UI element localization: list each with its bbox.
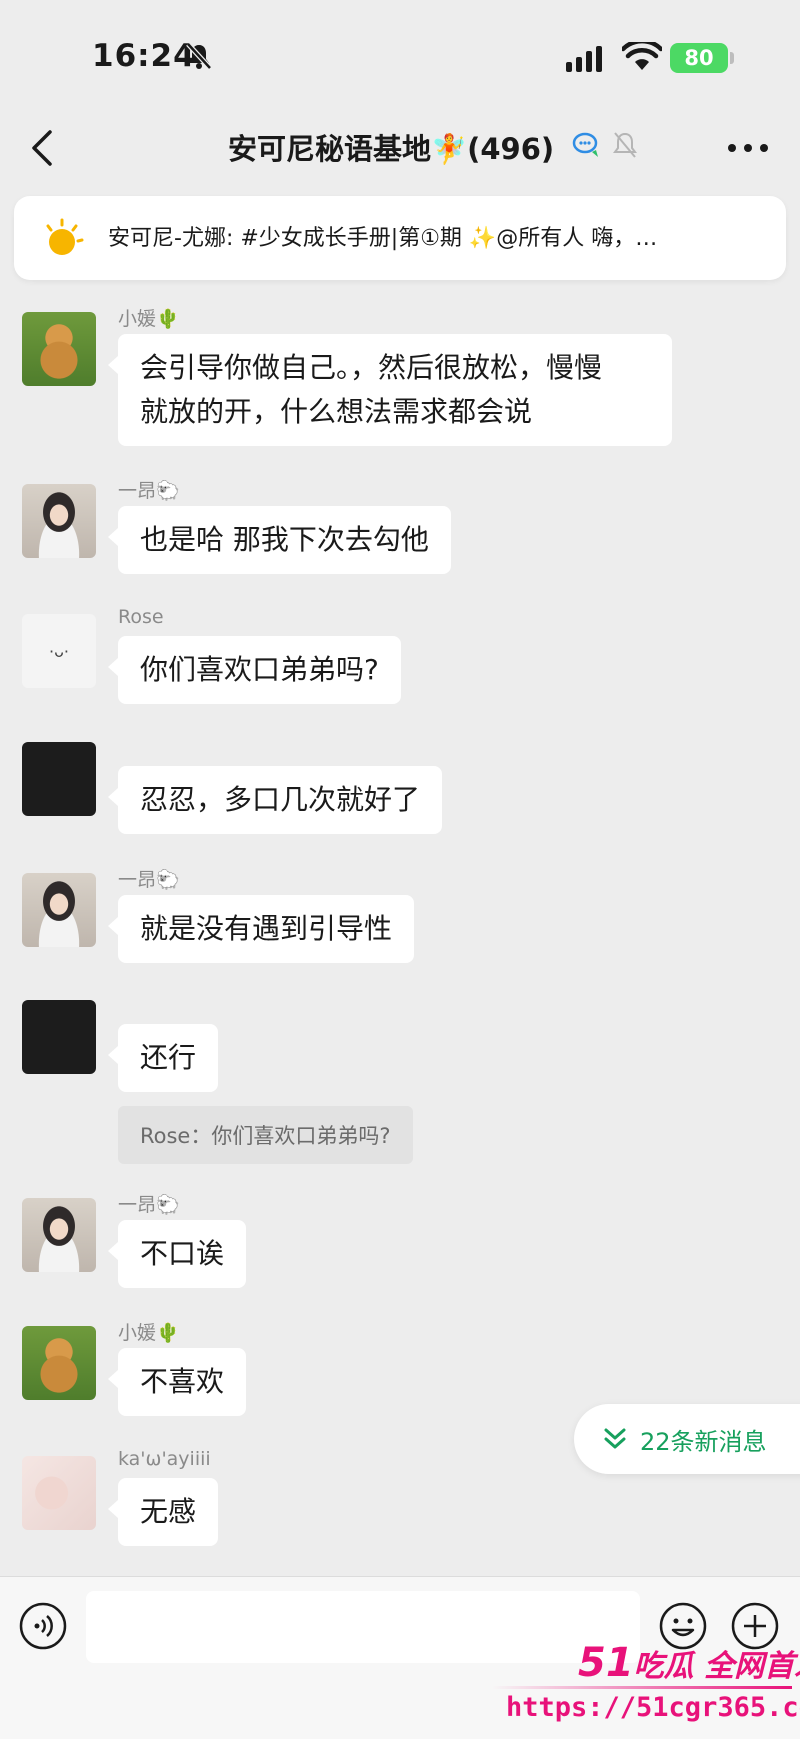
message-input[interactable] xyxy=(86,1591,640,1663)
status-bar: 16:24 80 xyxy=(0,0,800,110)
pinned-text: 安可尼-尤娜: #少女成长手册|第①期 ✨@所有人 嗨，… xyxy=(108,226,658,251)
quoted-message[interactable]: Rose：你们喜欢口弟弟吗? xyxy=(118,1106,413,1164)
message-bubble[interactable]: 也是哈 那我下次去勾他 xyxy=(108,506,451,574)
double-chevron-down-icon xyxy=(604,1428,626,1449)
watermark-brand-number: 51 xyxy=(578,1640,634,1686)
chat-header: 安可尼秘语基地🧚(496) xyxy=(0,110,800,190)
title-icons xyxy=(572,130,638,160)
message-bubble[interactable]: 你们喜欢口弟弟吗? xyxy=(108,636,401,704)
message-line: 就放的开，什么想法需求都会说 xyxy=(140,395,533,428)
avatar-face: ·ᴗ· xyxy=(49,641,69,661)
new-messages-label: 22条新消息 xyxy=(640,1427,767,1456)
avatar[interactable]: ·ᴗ· xyxy=(22,614,96,688)
back-arrow-icon[interactable] xyxy=(24,124,64,172)
watermark-url: https://51cgr365.com xyxy=(506,1692,800,1723)
mute-icon xyxy=(613,132,637,158)
avatar[interactable] xyxy=(22,742,96,816)
message-bubble[interactable]: 还行 xyxy=(107,1024,219,1092)
message-bubble[interactable]: 忍忍，多口几次就好了 xyxy=(107,766,443,834)
avatar[interactable] xyxy=(22,1198,96,1272)
new-messages-button[interactable]: 22条新消息 xyxy=(574,1404,800,1474)
cellular-signal-icon xyxy=(566,46,602,72)
bell-off-icon xyxy=(186,42,212,70)
battery-indicator: 80 xyxy=(670,43,728,73)
battery-level: 80 xyxy=(684,46,714,70)
avatar[interactable] xyxy=(22,873,96,947)
watermark-logo: 51吃瓜 全网首发 xyxy=(578,1640,800,1686)
avatar[interactable] xyxy=(22,1456,96,1530)
sun-icon xyxy=(46,218,84,255)
chat-title[interactable]: 安可尼秘语基地🧚(496) xyxy=(228,126,554,168)
message-bubble[interactable]: 就是没有遇到引导性 xyxy=(107,895,415,963)
wifi-icon xyxy=(622,42,662,70)
avatar[interactable] xyxy=(22,1326,96,1400)
message-bubble[interactable]: 会引导你做自己。，然后很放松，慢慢 就放的开，什么想法需求都会说 xyxy=(108,334,672,446)
message-bubble[interactable]: 不喜欢 xyxy=(107,1348,247,1416)
more-options-icon[interactable] xyxy=(726,140,770,156)
pinned-announcement[interactable]: 安可尼-尤娜: #少女成长手册|第①期 ✨@所有人 嗨，… xyxy=(14,196,786,280)
sender-name: 一昂🐑 xyxy=(118,1194,180,1216)
watermark-brand-text: 吃瓜 全网首发 xyxy=(633,1649,800,1684)
sender-name: 小媛🌵 xyxy=(118,308,180,330)
voice-input-icon[interactable] xyxy=(18,1601,68,1651)
avatar[interactable] xyxy=(22,484,96,558)
group-chat-icon xyxy=(572,132,598,157)
message-bubble[interactable]: 不口诶 xyxy=(107,1220,247,1288)
watermark-underline xyxy=(492,1686,792,1689)
status-time: 16:24 xyxy=(92,38,196,74)
sender-name: 一昂🐑 xyxy=(118,869,180,891)
avatar[interactable] xyxy=(22,1000,96,1074)
avatar[interactable] xyxy=(22,312,96,386)
sender-name: 一昂🐑 xyxy=(118,480,180,502)
sender-name: Rose xyxy=(118,606,164,628)
message-bubble[interactable]: 无感 xyxy=(107,1478,219,1546)
sender-name: ka'ω'ayiiii xyxy=(118,1448,211,1470)
sender-name: 小媛🌵 xyxy=(118,1322,180,1344)
battery-tip xyxy=(730,52,734,64)
message-line: 会引导你做自己。，然后很放松，慢慢 xyxy=(140,351,603,384)
